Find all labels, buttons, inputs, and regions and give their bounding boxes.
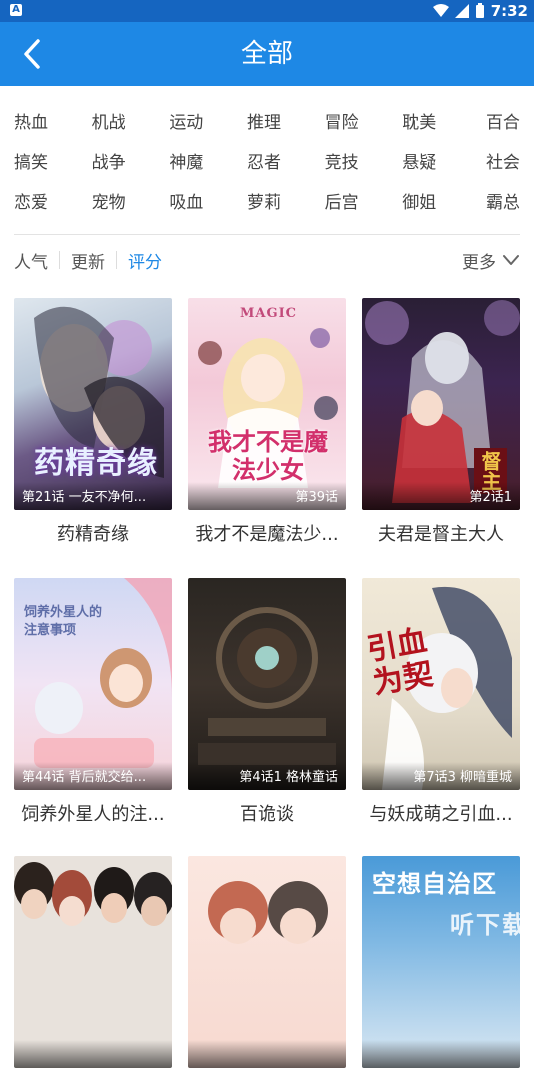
sort-updated[interactable]: 更新 <box>71 248 105 273</box>
status-bar: A 7:32 <box>0 0 534 22</box>
cover-art <box>208 881 328 944</box>
episode-label <box>362 1040 520 1068</box>
genre-row: 热血 机战 运动 推理 冒险 耽美 百合 <box>14 100 520 140</box>
watermark-text: 听下载 <box>450 911 528 939</box>
sort-bar: 人气 更新 评分 更多 <box>14 244 520 276</box>
comic-card[interactable] <box>14 856 172 1078</box>
cover-title-text: 我才不是魔法少女 <box>208 428 328 484</box>
cover-badge: MAGIC <box>240 306 298 321</box>
comic-card[interactable]: 督主 第2话1 夫君是督主大人 <box>362 298 520 546</box>
genre-filter: 热血 机战 运动 推理 冒险 耽美 百合 搞笑 战争 神魔 忍者 竞技 悬疑 社… <box>14 100 520 220</box>
comic-cover <box>14 856 172 1068</box>
comic-card[interactable]: 药精奇缘 第21话 一友不净何... 药精奇缘 <box>14 298 172 546</box>
comic-cover <box>188 856 346 1068</box>
genre-chip[interactable]: 恋爱 <box>14 188 54 213</box>
comic-cover: 督主 第2话1 <box>362 298 520 510</box>
genre-chip[interactable]: 社会 <box>480 148 520 173</box>
more-label: 更多 <box>462 252 496 273</box>
genre-chip[interactable]: 运动 <box>169 108 209 133</box>
genre-chip[interactable]: 百合 <box>480 108 520 133</box>
comic-cover: 饲养外星人的注意事项 第44话 背后就交给... <box>14 578 172 790</box>
battery-icon <box>475 3 484 18</box>
comic-card[interactable]: 饲养外星人的注意事项 第44话 背后就交给... 饲养外星人的注... <box>14 578 172 826</box>
comic-title: 与妖成萌之引血... <box>369 804 513 825</box>
genre-chip[interactable]: 热血 <box>14 108 54 133</box>
more-button[interactable]: 更多 <box>462 244 520 276</box>
episode-label <box>14 1040 172 1068</box>
wifi-icon <box>432 4 449 17</box>
comic-cover: 第4话1 格林童话 <box>188 578 346 790</box>
comic-title: 百诡谈 <box>240 804 294 825</box>
signal-icon <box>454 4 469 18</box>
genre-chip[interactable]: 耽美 <box>402 108 442 133</box>
genre-row: 搞笑 战争 神魔 忍者 竞技 悬疑 社会 <box>14 140 520 180</box>
genre-chip[interactable]: 宠物 <box>92 188 132 213</box>
comic-cover: 引血为契 第7话3 柳暗重城 <box>362 578 520 790</box>
chevron-down-icon <box>503 255 519 265</box>
genre-chip[interactable]: 搞笑 <box>14 148 54 173</box>
comic-cover: 药精奇缘 第21话 一友不净何... <box>14 298 172 510</box>
genre-chip[interactable]: 吸血 <box>169 188 209 213</box>
comic-title: 夫君是督主大人 <box>378 524 504 545</box>
episode-label: 第44话 背后就交给... <box>14 762 172 790</box>
genre-chip[interactable]: 冒险 <box>325 108 365 133</box>
divider <box>59 251 60 269</box>
comic-cover: MAGIC 我才不是魔法少女 第39话 <box>188 298 346 510</box>
genre-chip[interactable]: 御姐 <box>402 188 442 213</box>
sort-popularity[interactable]: 人气 <box>14 248 48 273</box>
cover-title-text: 药精奇缘 <box>34 446 158 481</box>
episode-label: 第39话 <box>188 482 346 510</box>
sort-rating[interactable]: 评分 <box>128 248 162 273</box>
comic-card[interactable] <box>188 856 346 1078</box>
divider <box>14 234 520 235</box>
comic-title: 饲养外星人的注... <box>21 804 165 825</box>
comic-card[interactable]: 第4话1 格林童话 百诡谈 <box>188 578 346 826</box>
genre-chip[interactable]: 悬疑 <box>402 148 442 173</box>
comic-title: 我才不是魔法少... <box>195 524 339 545</box>
episode-label: 第7话3 柳暗重城 <box>362 762 520 790</box>
genre-chip[interactable]: 后宫 <box>325 188 365 213</box>
episode-label: 第4话1 格林童话 <box>188 762 346 790</box>
genre-chip[interactable]: 萝莉 <box>247 188 287 213</box>
comic-card[interactable]: 空想自治区 <box>362 856 520 1078</box>
status-time: 7:32 <box>490 2 528 20</box>
comic-title: 药精奇缘 <box>57 524 129 545</box>
cover-title-text: 引血为契 <box>364 623 436 702</box>
app-bar: 全部 <box>0 22 534 86</box>
genre-chip[interactable]: 竞技 <box>325 148 365 173</box>
cover-art <box>198 607 336 765</box>
episode-label: 第21话 一友不净何... <box>14 482 172 510</box>
episode-label <box>188 1040 346 1068</box>
comic-card[interactable]: 引血为契 第7话3 柳暗重城 与妖成萌之引血... <box>362 578 520 826</box>
cover-art <box>14 862 172 926</box>
cover-title-text: 饲养外星人的注意事项 <box>24 605 103 638</box>
genre-chip[interactable]: 战争 <box>92 148 132 173</box>
genre-chip[interactable]: 霸总 <box>480 188 520 213</box>
divider <box>116 251 117 269</box>
page-title: 全部 <box>240 39 293 69</box>
genre-chip[interactable]: 推理 <box>247 108 287 133</box>
episode-label: 第2话1 <box>362 482 520 510</box>
genre-row: 恋爱 宠物 吸血 萝莉 后宫 御姐 霸总 <box>14 180 520 220</box>
genre-chip[interactable]: 机战 <box>92 108 132 133</box>
cover-title-text: 空想自治区 <box>372 870 497 898</box>
comic-card[interactable]: MAGIC 我才不是魔法少女 第39话 我才不是魔法少... <box>188 298 346 546</box>
comic-cover: 空想自治区 <box>362 856 520 1068</box>
notification-app-icon: A <box>10 4 22 16</box>
genre-chip[interactable]: 忍者 <box>247 148 287 173</box>
genre-chip[interactable]: 神魔 <box>169 148 209 173</box>
